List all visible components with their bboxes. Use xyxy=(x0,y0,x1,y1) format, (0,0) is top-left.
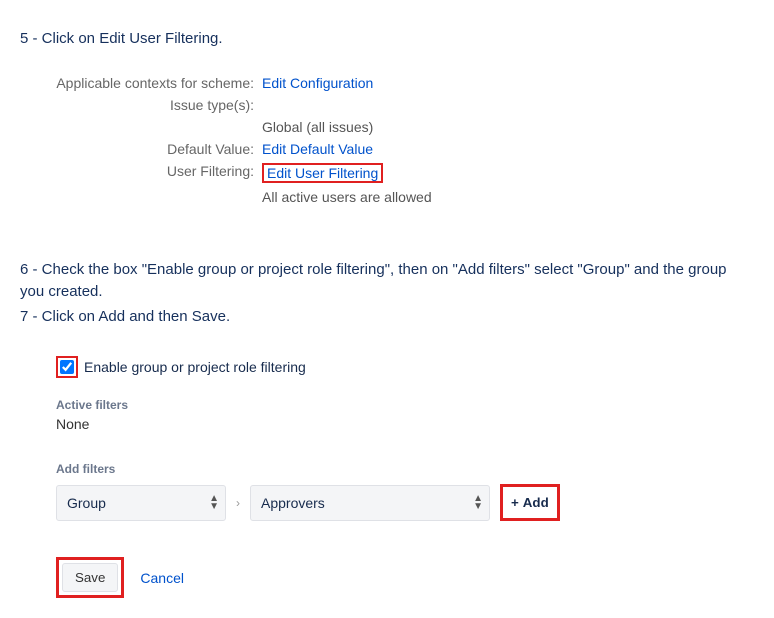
select-caret-icon: ▲▼ xyxy=(209,495,219,511)
highlight-box: Edit User Filtering xyxy=(262,163,383,183)
filter-type-select[interactable]: Group ▲▼ xyxy=(56,485,226,521)
select-caret-icon: ▲▼ xyxy=(473,495,483,511)
user-filtering-label: User Filtering: xyxy=(34,163,262,183)
add-filters-heading: Add filters xyxy=(56,462,718,476)
edit-user-filtering-link[interactable]: Edit User Filtering xyxy=(267,165,378,181)
issue-types-value: Global (all issues) xyxy=(262,119,754,135)
filter-panel: Enable group or project role filtering A… xyxy=(56,356,718,598)
step6-text: 6 - Check the box "Enable group or proje… xyxy=(20,259,754,304)
active-filters-none: None xyxy=(56,416,718,432)
highlight-box: Save xyxy=(56,557,124,598)
add-button[interactable]: + Add xyxy=(505,489,555,516)
cancel-link[interactable]: Cancel xyxy=(140,570,184,586)
highlight-box: + Add xyxy=(500,484,560,521)
enable-filtering-label: Enable group or project role filtering xyxy=(84,359,306,375)
highlight-box xyxy=(56,356,78,378)
plus-icon: + xyxy=(511,495,519,510)
contexts-label: Applicable contexts for scheme: xyxy=(34,75,262,91)
chevron-right-icon: › xyxy=(236,496,240,510)
enable-filtering-checkbox[interactable] xyxy=(60,360,74,374)
scheme-config: Applicable contexts for scheme: Edit Con… xyxy=(34,75,754,205)
edit-configuration-link[interactable]: Edit Configuration xyxy=(262,75,373,91)
step5-text: 5 - Click on Edit User Filtering. xyxy=(20,28,754,51)
filtering-note: All active users are allowed xyxy=(262,189,754,205)
active-filters-heading: Active filters xyxy=(56,398,718,412)
step7-text: 7 - Click on Add and then Save. xyxy=(20,306,754,329)
filter-value-select[interactable]: Approvers ▲▼ xyxy=(250,485,490,521)
default-value-label: Default Value: xyxy=(34,141,262,157)
edit-default-link[interactable]: Edit Default Value xyxy=(262,141,373,157)
issue-types-label: Issue type(s): xyxy=(34,97,262,113)
save-button[interactable]: Save xyxy=(62,563,118,592)
